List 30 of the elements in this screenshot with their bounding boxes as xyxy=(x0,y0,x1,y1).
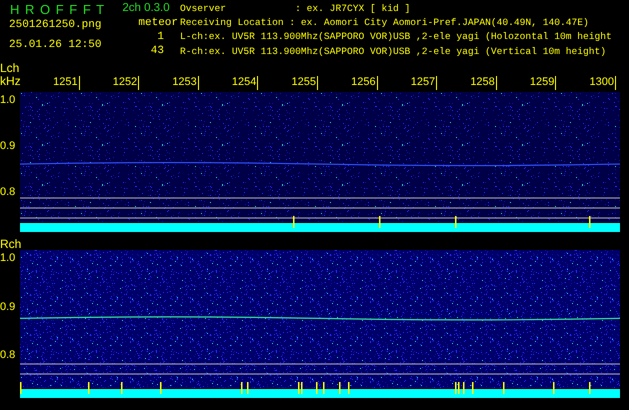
frequency-label: 1.0 xyxy=(0,252,16,266)
time-tick-label: 1252 xyxy=(80,76,140,90)
meteor-count: 1 xyxy=(156,31,165,45)
station-info-line: R-ch:ex. UV5R 113.900Mhz(SAPPORO VOR)USB ,2-ele yagi (Vertical 10m height) xyxy=(180,44,608,59)
time-tick-label: 1255 xyxy=(258,76,318,90)
meteor-label: meteor xyxy=(137,17,178,31)
app-title: H R O F F F T xyxy=(9,2,106,19)
frequency-label: 0.9 xyxy=(0,140,16,154)
unit-label: kHz xyxy=(0,75,20,90)
station-info-line: Ovserver : ex. JR7CYX [ kid ] xyxy=(180,2,412,16)
timestamp: 25.01.26 12:50 xyxy=(8,39,102,53)
time-tick-label: 1256 xyxy=(318,76,378,90)
channel-label: Rch xyxy=(0,238,20,250)
station-info-line: L-ch:ex. UV5R 113.900Mhz(SAPPORO VOR)USB ,2-ele yagi (Holozontal 10m height xyxy=(180,30,613,44)
time-tick-label: 1251 xyxy=(20,76,80,90)
filename: 2501261250.png xyxy=(8,19,102,33)
time-tick-label: 1300 xyxy=(556,76,616,90)
time-tick-label: 1254 xyxy=(198,76,258,90)
frequency-label: 0.8 xyxy=(0,186,16,200)
meteor-count: 43 xyxy=(150,45,165,59)
station-info-line: Receiving Location : ex. Aomori City Aomori-Pref.JAPAN(40.49N, 140.47E) xyxy=(180,16,590,30)
time-tick-label: 1253 xyxy=(139,76,199,90)
channel-label: Lch xyxy=(0,62,20,75)
time-tick-label: 1259 xyxy=(496,76,556,90)
frequency-label: 1.0 xyxy=(0,94,16,108)
frequency-label: 0.9 xyxy=(0,300,16,315)
time-tick-label: 1258 xyxy=(437,76,497,90)
frequency-label: 0.8 xyxy=(0,349,16,364)
version-label: 2ch 0.3.0 xyxy=(121,2,171,16)
time-tick-label: 1257 xyxy=(378,76,438,90)
